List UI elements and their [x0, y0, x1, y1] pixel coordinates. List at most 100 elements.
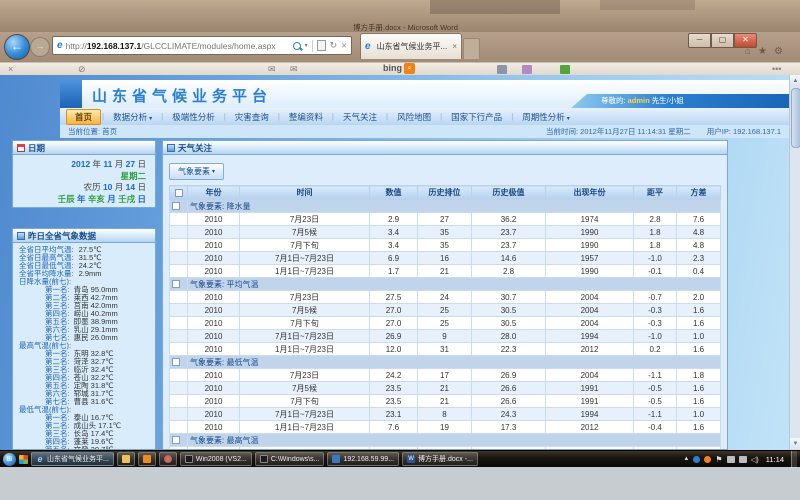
- stop-button[interactable]: ✕: [341, 42, 347, 50]
- show-desktop-button[interactable]: [791, 451, 797, 468]
- search-dropdown-caret[interactable]: ▾: [305, 42, 308, 49]
- cell: 21: [418, 395, 472, 408]
- nav-item-5[interactable]: 天气关注: [335, 109, 385, 125]
- cell: 2.3: [677, 252, 721, 265]
- group-checkbox[interactable]: [172, 358, 180, 366]
- new-tab-button[interactable]: [463, 38, 480, 59]
- select-all-checkbox[interactable]: [175, 189, 183, 197]
- start-button[interactable]: ⊞: [3, 453, 16, 466]
- url-text[interactable]: http://192.168.137.1/GLCCLIMATE/modules/…: [66, 41, 293, 51]
- nav-item-3[interactable]: 灾害查询: [227, 109, 277, 125]
- chevron-down-icon: ▾: [212, 168, 215, 175]
- address-bar[interactable]: e http://192.168.137.1/GLCCLIMATE/module…: [52, 36, 352, 55]
- cell: 26.6: [472, 395, 546, 408]
- nav-item-0[interactable]: 首页: [66, 109, 101, 125]
- calendar-line: 2012 年 11 月 27 日: [13, 159, 146, 171]
- cell: 22.3: [472, 343, 546, 356]
- nav-item-4[interactable]: 整编资料: [281, 109, 331, 125]
- taskbar-button-app-orange[interactable]: [138, 452, 156, 466]
- rank-value: 曹县 31.6℃: [74, 397, 114, 406]
- row-checkbox-cell: [170, 226, 188, 239]
- messenger-tray-icon[interactable]: [693, 456, 700, 463]
- quick-launch-icon[interactable]: [19, 455, 28, 464]
- bing-search-icon[interactable]: ⌕: [404, 63, 415, 74]
- more-options[interactable]: •••: [772, 64, 781, 75]
- cell: 30.5: [472, 304, 546, 317]
- favorites-star-icon[interactable]: ★: [758, 46, 767, 57]
- yesterday-panel-title: 昨日全省气象数据: [28, 230, 96, 242]
- nav-item-1[interactable]: 数据分析▾: [105, 109, 160, 125]
- terminal-icon: [260, 455, 268, 463]
- app-tray-icon[interactable]: [704, 456, 711, 463]
- hidden-icons-arrow[interactable]: ▲: [683, 456, 689, 462]
- vertical-scrollbar[interactable]: ▲ ▼: [789, 75, 800, 450]
- row-checkbox-cell: [170, 408, 188, 421]
- scroll-up-icon[interactable]: ▲: [790, 75, 800, 87]
- table-row: 20107月23日24.21726.92004-1.11.8: [170, 369, 721, 382]
- cell: 23.1: [370, 408, 418, 421]
- taskbar-button-folder[interactable]: [117, 452, 135, 466]
- group-header-row: 气象要素: 降水量: [170, 200, 721, 213]
- display-icon[interactable]: [739, 456, 747, 463]
- taskbar-button-terminal[interactable]: Win2008 (VS2...: [180, 452, 252, 466]
- nav-item-7[interactable]: 国家下行产品: [443, 109, 510, 125]
- nav-item-6[interactable]: 风险地图: [389, 109, 439, 125]
- clock[interactable]: 11:14: [766, 455, 784, 464]
- cell: 2.8: [472, 265, 546, 278]
- tab-title[interactable]: 山东省气候业务平...: [377, 41, 450, 52]
- nav-item-8[interactable]: 周期性分析▾: [514, 109, 578, 125]
- group-checkbox[interactable]: [172, 202, 180, 210]
- bing-search[interactable]: bing ⌕: [383, 63, 415, 74]
- toolbar-stop-icon[interactable]: ⊘: [78, 64, 86, 75]
- calendar-text: 星期二: [120, 171, 146, 181]
- weather-table: 年份时间数值历史排位历史极值出现年份距平方差 气象要素: 降水量20107月23…: [169, 185, 721, 450]
- taskbar-button-terminal[interactable]: C:\Windows\s...: [255, 452, 325, 466]
- cell: 1月1日~7月23日: [240, 421, 370, 434]
- cell: 1.8: [677, 369, 721, 382]
- ie-icon: e: [36, 455, 44, 463]
- refresh-button[interactable]: ↻: [330, 40, 338, 51]
- compatibility-view-icon[interactable]: [317, 40, 326, 51]
- cell: 23.7: [472, 226, 546, 239]
- cell: 23.7: [472, 239, 546, 252]
- calendar-line: 壬辰 年 辛亥 月 壬戌 日: [13, 194, 146, 206]
- scrollbar-thumb[interactable]: [791, 88, 800, 148]
- taskbar-button-label: 山东省气候业务平...: [47, 454, 109, 464]
- group-name: 气象要素: 最低气温: [188, 356, 721, 369]
- browser-tab[interactable]: e 山东省气候业务平... ×: [360, 33, 462, 59]
- flag-action-center-icon[interactable]: ⚑: [715, 455, 722, 464]
- calendar-text: 壬辰: [58, 194, 75, 204]
- cell: 1月1日~7月23日: [240, 343, 370, 356]
- table-body: 气象要素: 降水量20107月23日2.92736.219742.87.6201…: [170, 200, 721, 451]
- browser-forward-button[interactable]: →: [30, 37, 50, 57]
- browser-back-button[interactable]: ←: [4, 34, 30, 60]
- home-icon[interactable]: ⌂: [745, 46, 751, 57]
- search-icon[interactable]: [293, 42, 301, 50]
- mail-icon[interactable]: ✉: [290, 64, 298, 75]
- taskbar-button-rdp[interactable]: 192.168.59.99...: [327, 452, 399, 466]
- network-icon[interactable]: [727, 456, 735, 463]
- volume-icon[interactable]: ◁): [751, 455, 759, 464]
- taskbar-button-media[interactable]: [159, 452, 177, 466]
- calendar-text: 年: [75, 194, 88, 204]
- column-header: 年份: [188, 186, 240, 200]
- cell: 1990: [546, 226, 634, 239]
- maximize-button[interactable]: ▢: [711, 33, 734, 48]
- element-filter-button[interactable]: 气象要素 ▾: [169, 163, 224, 180]
- nav-item-2[interactable]: 极端性分析: [164, 109, 223, 125]
- calendar-text: 日: [135, 182, 146, 192]
- group-checkbox[interactable]: [172, 436, 180, 444]
- tab-close-icon[interactable]: ×: [452, 42, 457, 51]
- taskbar-button-word[interactable]: W博方手册.docx -...: [402, 452, 478, 466]
- toolbar-close-icon[interactable]: ×: [8, 64, 13, 75]
- scroll-down-icon[interactable]: ▼: [790, 438, 800, 450]
- table-row: 20101月1日~7月23日12.03122.320120.21.6: [170, 343, 721, 356]
- tools-gear-icon[interactable]: ⚙: [774, 46, 783, 57]
- minimize-button[interactable]: ─: [688, 33, 711, 48]
- group-checkbox[interactable]: [172, 280, 180, 288]
- yesterday-data-panel: 昨日全省气象数据 全省日平均气温:27.5℃全省日最高气温:31.5℃全省日最低…: [12, 228, 156, 450]
- taskbar-button-ie[interactable]: e山东省气候业务平...: [31, 452, 114, 466]
- table-row: 20101月1日~7月23日7.61917.32012-0.41.6: [170, 421, 721, 434]
- mail-icon[interactable]: ✉: [268, 64, 276, 75]
- cell: 2004: [546, 304, 634, 317]
